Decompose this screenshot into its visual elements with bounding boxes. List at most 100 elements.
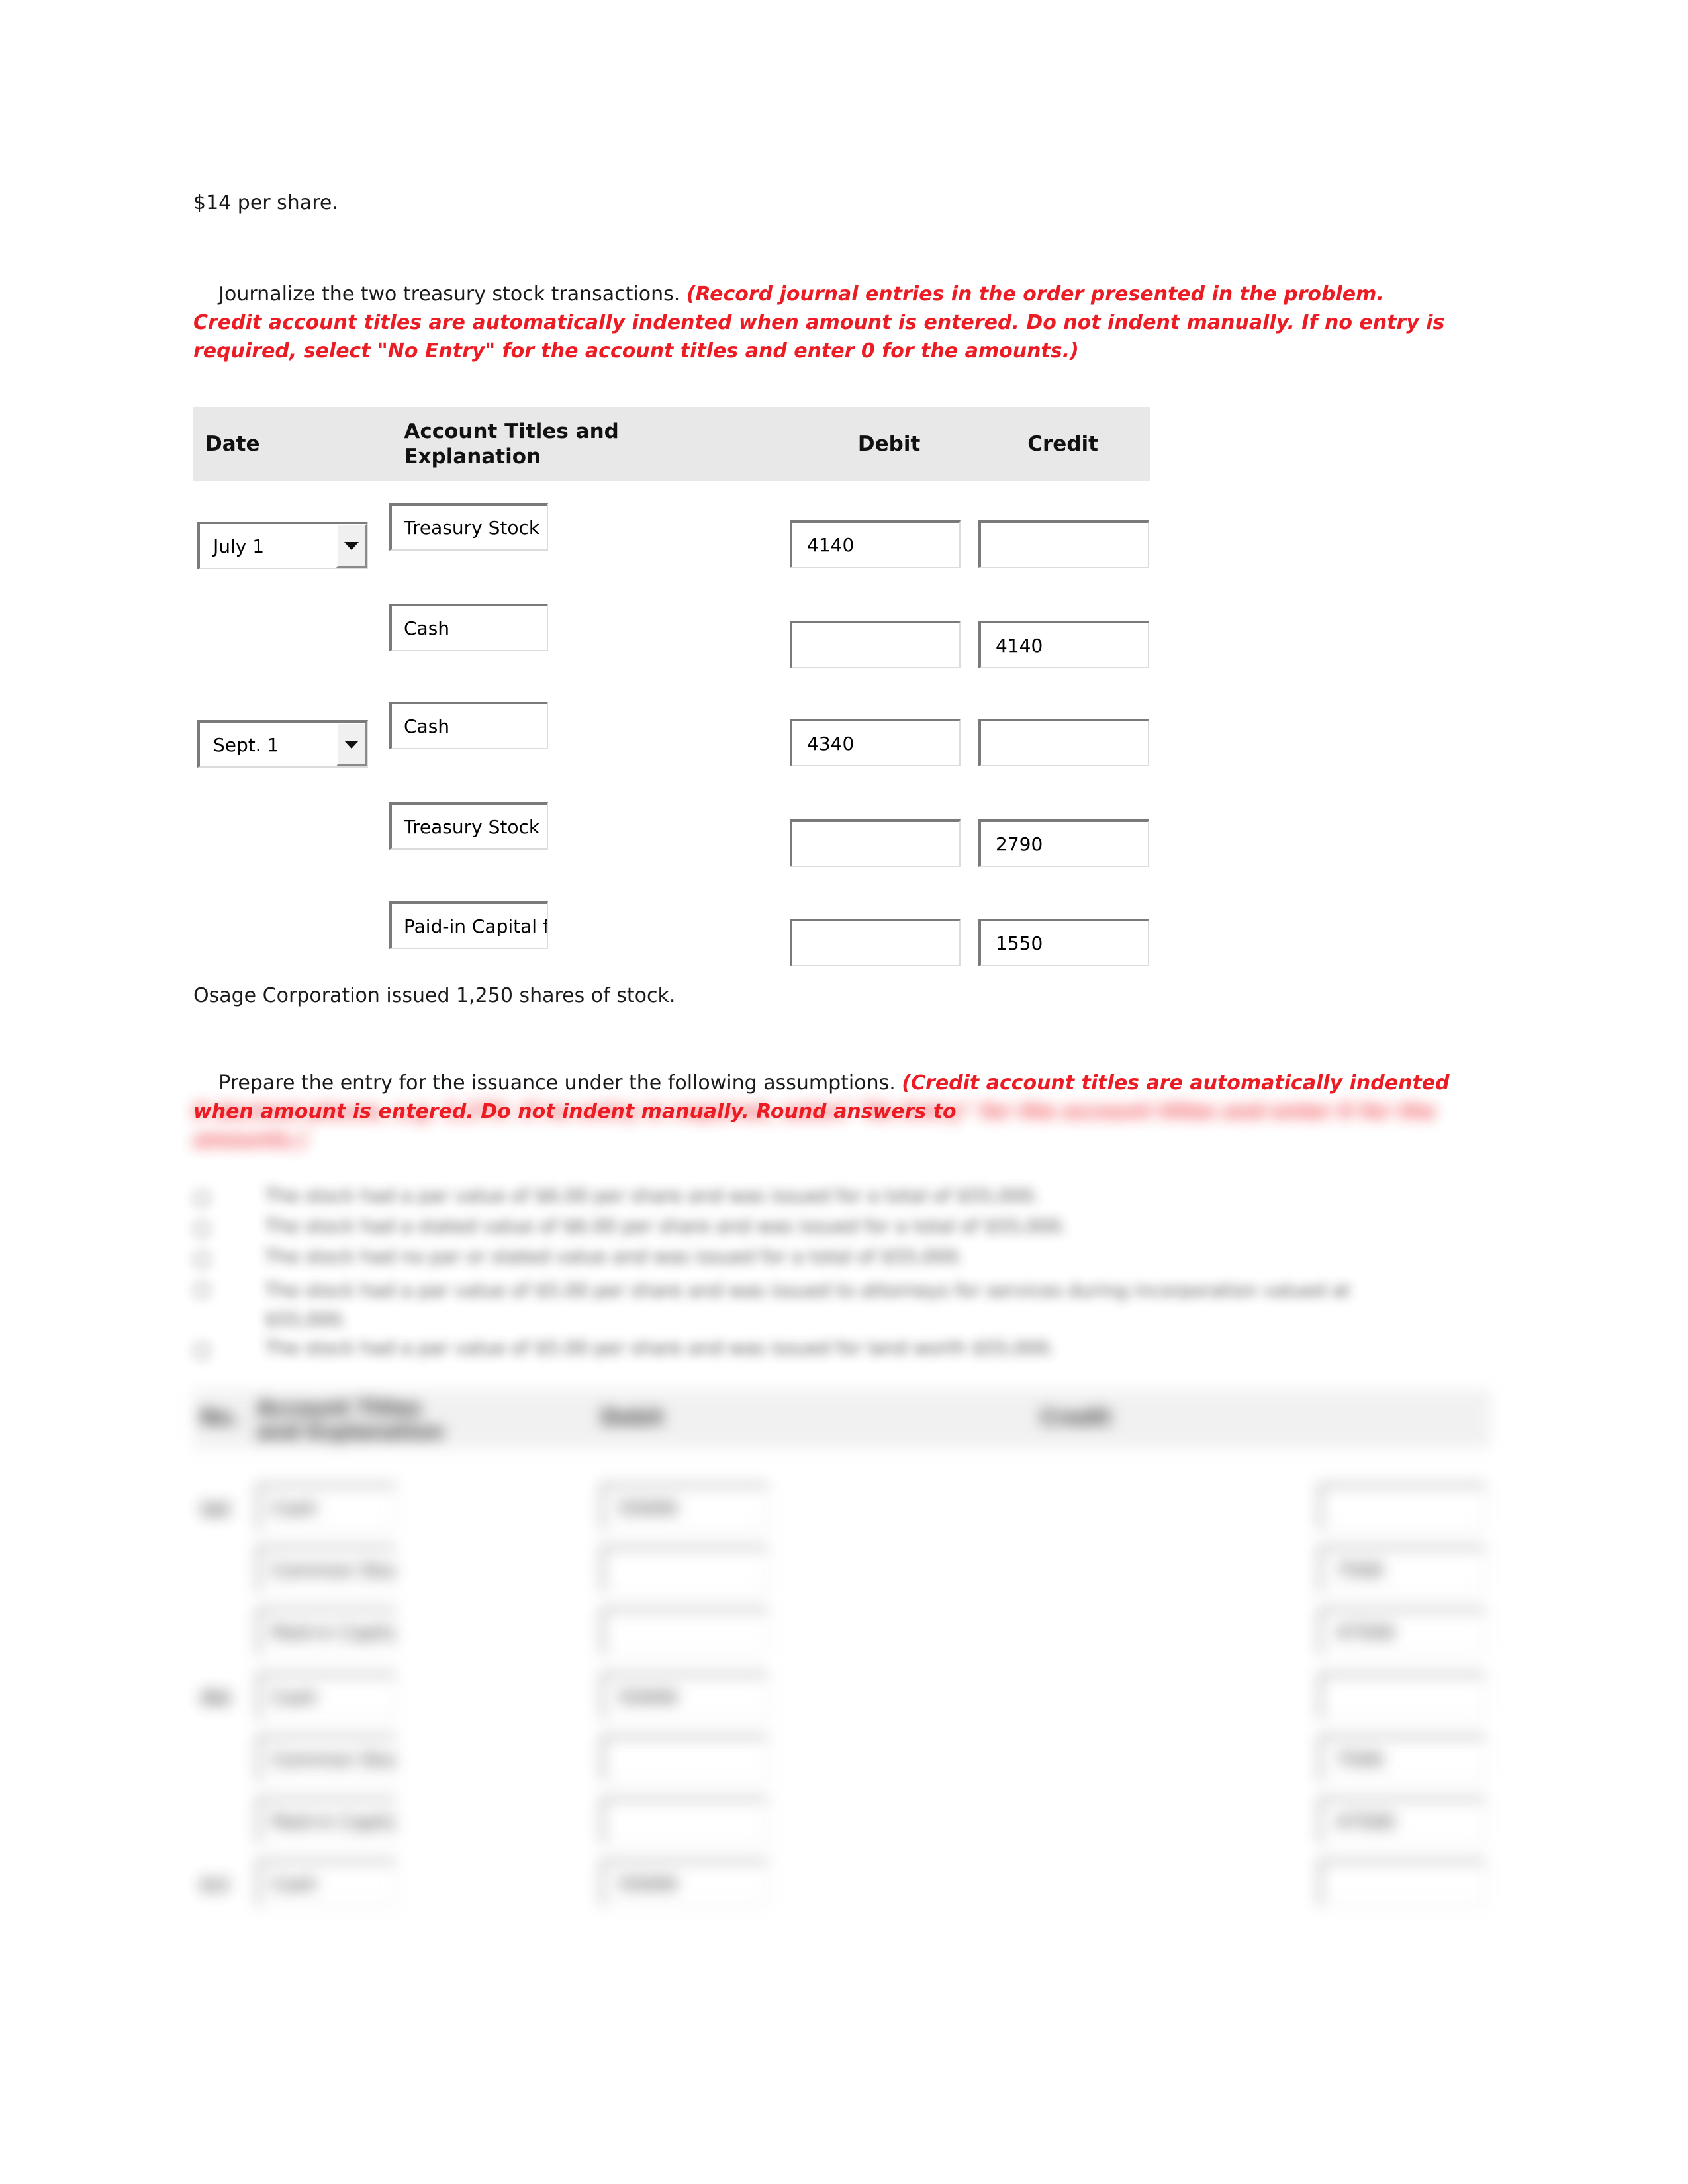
account-input-row-3-value: Cash	[404, 715, 450, 737]
assumption-options-list[interactable]: The stock had a par value of $6.00 per s…	[193, 1185, 1491, 1367]
debit-input-row-1-value: 4140	[807, 533, 855, 556]
debit-input-a1-value: 55000	[618, 1496, 678, 1519]
debit-input-b1-value: 55000	[618, 1686, 678, 1708]
debit-input-row-2[interactable]	[790, 621, 961, 668]
header-debit-2: Debit	[601, 1406, 664, 1430]
instruction-paragraph-1: Journalize the two treasury stock transa…	[193, 251, 1454, 394]
document-page: $14 per share. Journalize the two treasu…	[0, 0, 1688, 2184]
debit-input-b3[interactable]	[601, 1797, 768, 1844]
account-input-c1[interactable]: Cash	[257, 1860, 396, 1906]
chevron-down-icon[interactable]	[336, 723, 367, 766]
account-input-a2[interactable]: Common Stock	[257, 1546, 396, 1592]
account-input-row-4[interactable]: Treasury Stock	[389, 802, 548, 850]
date-select-row-1[interactable]: July 1	[197, 522, 368, 569]
account-input-row-5-value: Paid-in Capital from Treasury Stock	[404, 915, 547, 937]
account-input-a1-value: Cash	[271, 1496, 318, 1519]
assumption-option-0-label: The stock had a par value of $6.00 per s…	[265, 1185, 1040, 1206]
debit-input-a1[interactable]: 55000	[601, 1484, 768, 1530]
list-item[interactable]: The stock had a par value of $5.00 per s…	[193, 1276, 1491, 1337]
instruction-2-plain: Prepare the entry for the issuance under…	[218, 1071, 902, 1095]
debit-input-row-3[interactable]: 4340	[790, 719, 961, 766]
account-input-row-2-value: Cash	[404, 617, 450, 639]
credit-input-a3[interactable]: 47500	[1319, 1608, 1485, 1655]
account-input-b3[interactable]: Paid-in Capital	[257, 1797, 396, 1844]
instruction-1-plain: Journalize the two treasury stock transa…	[218, 283, 686, 306]
header-date: Date	[205, 432, 260, 456]
group-a-number: (a)	[200, 1497, 231, 1520]
radio-icon[interactable]	[193, 1281, 211, 1298]
account-input-b1[interactable]: Cash	[257, 1673, 396, 1719]
account-input-row-4-value: Treasury Stock	[404, 815, 540, 838]
credit-input-row-2-value: 4140	[996, 634, 1043, 657]
assumption-option-2-label: The stock had no par or stated value and…	[265, 1246, 964, 1267]
account-input-row-3[interactable]: Cash	[389, 702, 548, 749]
account-input-b2[interactable]: Common Stock	[257, 1735, 396, 1782]
debit-input-row-3-value: 4340	[807, 732, 855, 754]
account-input-row-5[interactable]: Paid-in Capital from Treasury Stock	[389, 901, 548, 949]
assumption-option-4-label: The stock had a par value of $5.00 per s…	[265, 1337, 1055, 1359]
radio-icon[interactable]	[193, 1342, 211, 1359]
credit-input-row-3[interactable]	[978, 719, 1149, 766]
mid-line: Osage Corporation issued 1,250 shares of…	[193, 984, 676, 1007]
journal-table-2: No. Account Titles and Explanation Debit…	[193, 1390, 1491, 1906]
credit-input-b3[interactable]: 47500	[1319, 1797, 1485, 1844]
account-input-row-1[interactable]: Treasury Stock	[389, 503, 548, 551]
radio-icon[interactable]	[193, 1190, 211, 1207]
account-input-a3[interactable]: Paid-in Capital	[257, 1608, 396, 1655]
credit-input-row-2[interactable]: 4140	[978, 621, 1149, 668]
account-input-b3-value: Paid-in Capital	[271, 1810, 396, 1833]
debit-input-a3[interactable]	[601, 1608, 768, 1655]
date-select-row-3-value: Sept. 1	[213, 733, 279, 756]
account-input-row-2[interactable]: Cash	[389, 604, 548, 651]
group-b-number: (b)	[200, 1686, 232, 1709]
credit-input-row-5[interactable]: 1550	[978, 919, 1149, 966]
credit-input-a1[interactable]	[1319, 1484, 1485, 1530]
debit-input-row-5[interactable]	[790, 919, 961, 966]
credit-input-b2-value: 7500	[1336, 1748, 1383, 1770]
credit-input-a3-value: 47500	[1336, 1621, 1395, 1643]
list-item[interactable]: The stock had a par value of $5.00 per s…	[193, 1337, 1491, 1367]
header-account-titles-2: Account Titles and Explanation	[257, 1396, 444, 1444]
account-input-a3-value: Paid-in Capital	[271, 1621, 396, 1643]
radio-icon[interactable]	[193, 1251, 211, 1268]
account-input-a2-value: Common Stock	[271, 1559, 395, 1581]
list-item[interactable]: The stock had no par or stated value and…	[193, 1246, 1491, 1276]
credit-input-b1[interactable]	[1319, 1673, 1485, 1719]
credit-input-c1[interactable]	[1319, 1860, 1485, 1906]
credit-input-a2-value: 7500	[1336, 1559, 1383, 1581]
credit-input-b3-value: 47500	[1336, 1810, 1395, 1833]
credit-input-row-4[interactable]: 2790	[978, 819, 1149, 867]
header-debit: Debit	[857, 432, 921, 456]
account-input-row-1-value: Treasury Stock	[404, 516, 540, 539]
credit-input-b2[interactable]: 7500	[1319, 1735, 1485, 1782]
group-c-number: (c)	[200, 1873, 229, 1895]
assumption-option-3-label: The stock had a par value of $5.00 per s…	[265, 1279, 1350, 1330]
header-account-titles: Account Titles and Explanation	[397, 407, 802, 481]
account-input-b1-value: Cash	[271, 1686, 318, 1708]
account-input-a1[interactable]: Cash	[257, 1484, 396, 1530]
table-header-row: Date Account Titles and Explanation Debi…	[193, 407, 1150, 481]
header-credit: Credit	[1027, 432, 1098, 456]
date-select-row-3[interactable]: Sept. 1	[197, 720, 368, 768]
debit-input-row-4[interactable]	[790, 819, 961, 867]
chevron-down-icon[interactable]	[336, 524, 367, 568]
list-item[interactable]: The stock had a par value of $6.00 per s…	[193, 1185, 1491, 1215]
debit-input-c1[interactable]: 55000	[601, 1860, 768, 1906]
account-input-c1-value: Cash	[271, 1872, 318, 1895]
debit-input-b1[interactable]: 55000	[601, 1673, 768, 1719]
debit-input-b2[interactable]	[601, 1735, 768, 1782]
intro-line: $14 per share.	[193, 191, 338, 214]
credit-input-row-5-value: 1550	[996, 932, 1043, 954]
credit-input-row-1[interactable]	[978, 520, 1149, 568]
debit-input-row-1[interactable]: 4140	[790, 520, 961, 568]
header-credit-2: Credit	[1041, 1406, 1111, 1430]
date-select-row-1-value: July 1	[213, 535, 265, 557]
list-item[interactable]: The stock had a stated value of $6.00 pe…	[193, 1215, 1491, 1246]
radio-icon[interactable]	[193, 1220, 211, 1238]
assumption-option-1-label: The stock had a stated value of $6.00 pe…	[265, 1215, 1068, 1237]
debit-input-c1-value: 55000	[618, 1872, 678, 1895]
credit-input-a2[interactable]: 7500	[1319, 1546, 1485, 1592]
debit-input-a2[interactable]	[601, 1546, 768, 1592]
header-no: No.	[200, 1406, 240, 1430]
journal-table-1-header: Date Account Titles and Explanation Debi…	[193, 407, 1150, 481]
